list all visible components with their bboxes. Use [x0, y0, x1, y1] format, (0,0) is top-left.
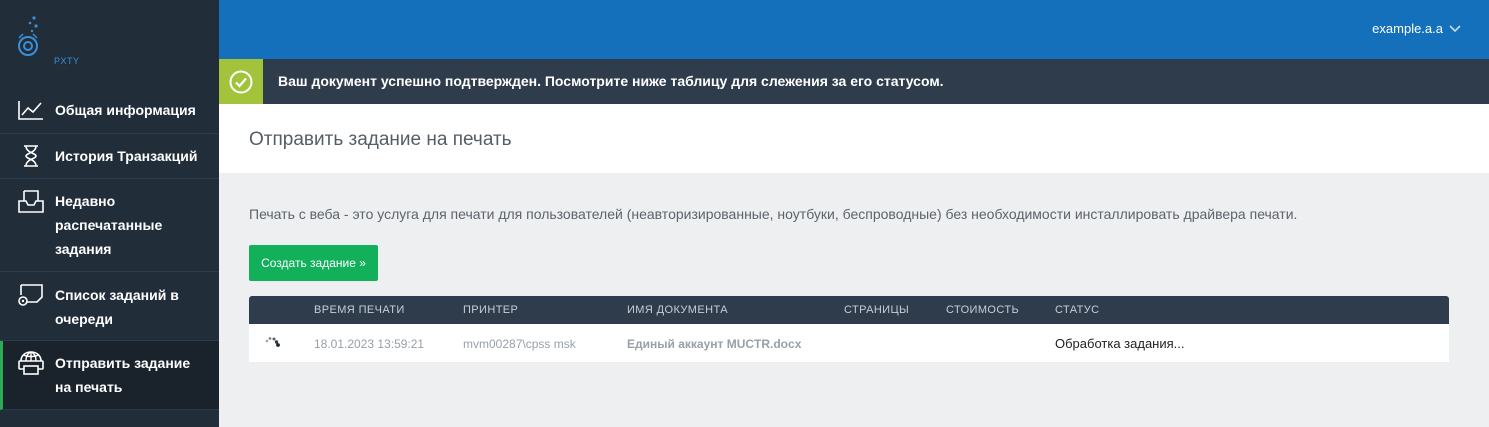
column-header-time[interactable]: ВРЕМЯ ПЕЧАТИ: [314, 304, 405, 316]
cell-time: 18.01.2023 13:59:21: [314, 337, 425, 351]
user-name: example.a.a: [1372, 21, 1443, 36]
sidebar-item-label: Список заданий в очереди: [55, 287, 179, 327]
column-header-document[interactable]: ИМЯ ДОКУМЕНТА: [627, 304, 728, 316]
hourglass-icon: [18, 144, 44, 168]
chevron-down-icon: [1449, 21, 1461, 36]
sidebar-item-print-queue[interactable]: Список заданий в очереди: [0, 272, 219, 341]
logo-subtext: · · · · · ·: [54, 66, 68, 71]
sidebar-item-recent-prints[interactable]: Недавно распечатанные задания: [0, 179, 219, 272]
jobs-table: ВРЕМЯ ПЕЧАТИ ПРИНТЕР ИМЯ ДОКУМЕНТА СТРАН…: [249, 296, 1449, 362]
cell-document: Единый аккаунт MUCTR.docx: [627, 337, 802, 351]
user-menu[interactable]: example.a.a: [1372, 21, 1461, 36]
inbox-tray-icon: [18, 189, 44, 213]
page-title: Отправить задание на печать: [249, 129, 512, 150]
web-print-icon: [18, 351, 44, 375]
column-header-printer[interactable]: ПРИНТЕР: [463, 304, 518, 316]
cell-status: Обработка задания...: [1055, 336, 1185, 351]
success-alert: Ваш документ успешно подтвержден. Посмот…: [219, 59, 1489, 104]
column-header-status[interactable]: СТАТУС: [1055, 304, 1099, 316]
loading-spinner-icon: [265, 337, 280, 347]
create-job-button[interactable]: Создать задание »: [249, 245, 378, 281]
sidebar-item-label: История Транзакций: [55, 148, 198, 164]
table-header: ВРЕМЯ ПЕЧАТИ ПРИНТЕР ИМЯ ДОКУМЕНТА СТРАН…: [249, 296, 1449, 324]
page-title-bar: Отправить задание на печать: [219, 104, 1489, 173]
alert-message: Ваш документ успешно подтвержден. Посмот…: [278, 73, 944, 89]
sidebar-item-overview[interactable]: Общая информация: [0, 88, 219, 134]
cell-printer: mvm00287\cpss msk: [463, 337, 576, 351]
sidebar-item-label: Общая информация: [55, 102, 196, 118]
logo[interactable]: PXTY · · · · · ·: [14, 14, 84, 71]
sidebar-item-transactions[interactable]: История Транзакций: [0, 134, 219, 179]
logo-text: PXTY: [54, 56, 80, 66]
print-queue-icon: [18, 283, 44, 307]
logo-icon: [18, 16, 38, 56]
alert-icon-box: [219, 59, 263, 104]
column-header-pages[interactable]: СТРАНИЦЫ: [844, 304, 909, 316]
top-header: example.a.a: [219, 0, 1489, 59]
table-row: 18.01.2023 13:59:21 mvm00287\cpss msk Ед…: [249, 324, 1449, 362]
sidebar-item-label: Отправить задание на печать: [55, 355, 191, 395]
chart-line-icon: [18, 98, 44, 122]
column-header-cost[interactable]: СТОИМОСТЬ: [946, 304, 1019, 316]
sidebar-nav: Общая информация История Транзакций Неда…: [0, 88, 219, 410]
sidebar: PXTY · · · · · · Общая информация Истори…: [0, 0, 219, 427]
sidebar-item-label: Недавно распечатанные задания: [55, 193, 163, 257]
sidebar-item-web-print[interactable]: Отправить задание на печать: [0, 341, 219, 410]
page-description: Печать с веба - это услуга для печати дл…: [249, 206, 1298, 222]
check-circle-icon: [229, 70, 253, 93]
